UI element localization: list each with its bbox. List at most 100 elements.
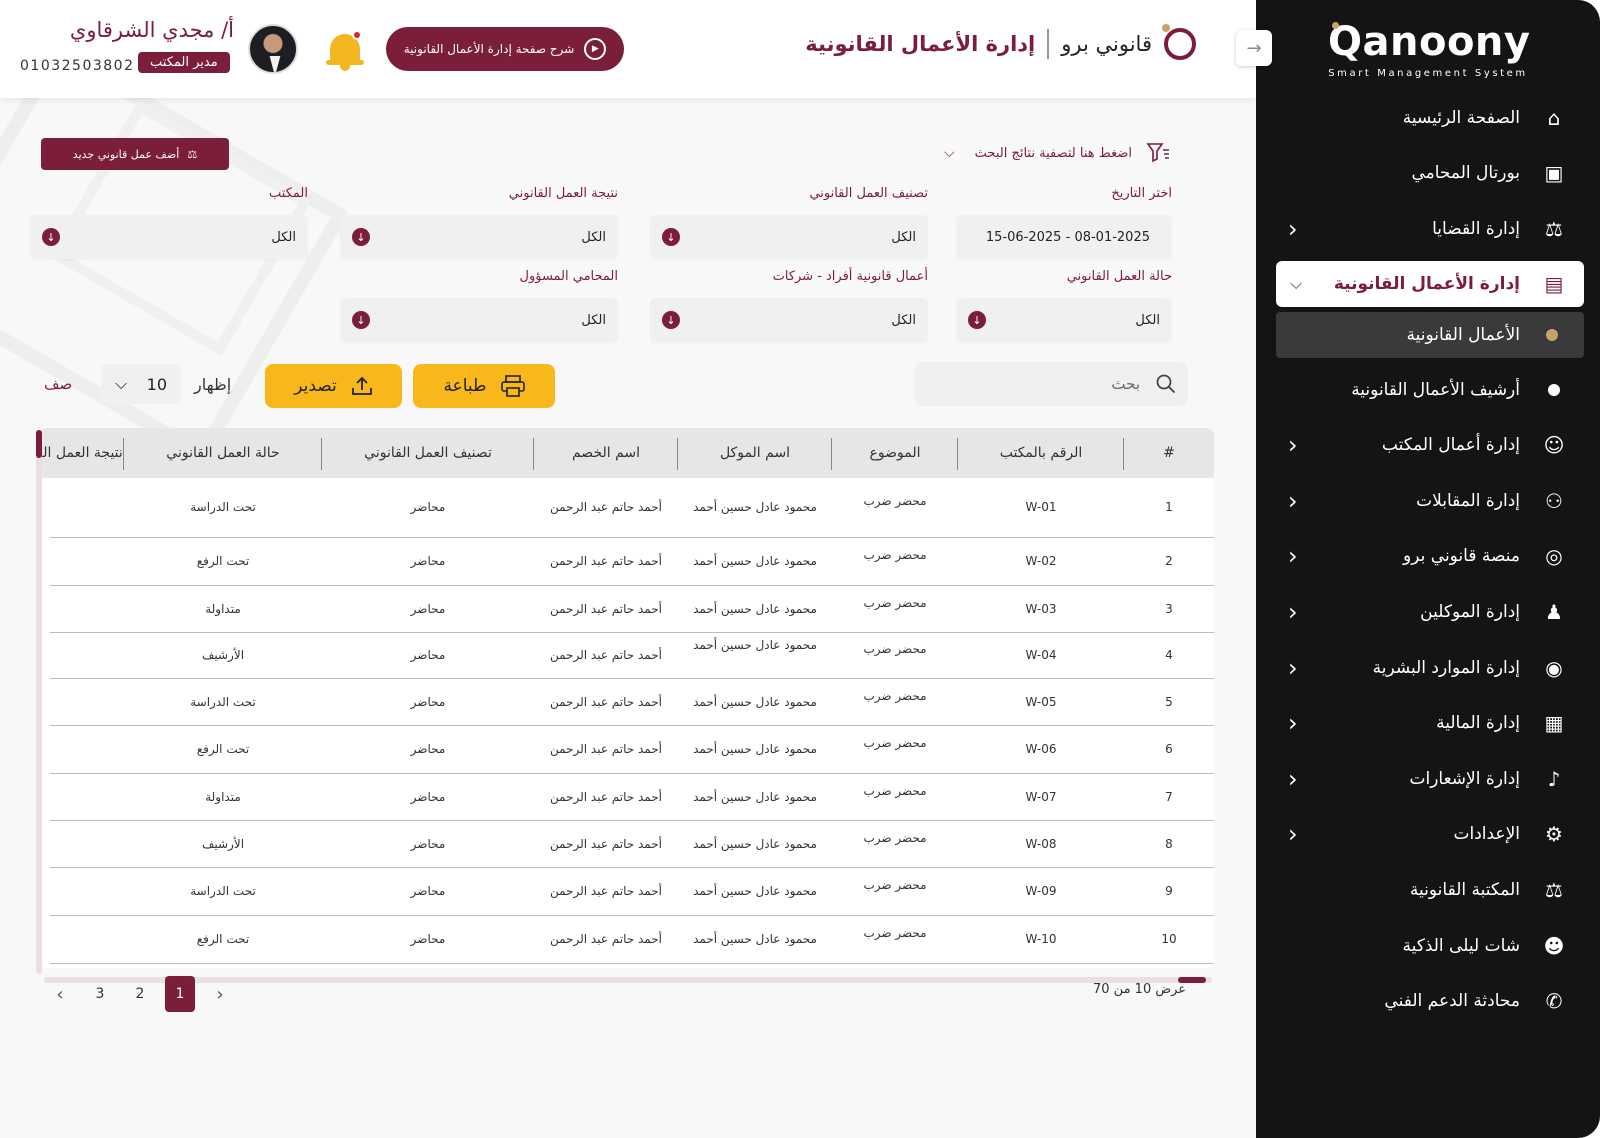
prev-page-chevron-left-icon[interactable]: ‹ <box>40 976 80 1012</box>
sidebar-item-3[interactable]: ⚖ إدارة القضايا ‹ <box>1256 201 1600 257</box>
table-cell: محمود عادل حسين أحمد <box>693 932 817 946</box>
table-cell: 6 <box>1165 742 1173 756</box>
sidebar-item-5[interactable]: الأعمال القانونية <box>1276 311 1584 358</box>
page-3-button[interactable]: 3 <box>80 976 120 1012</box>
export-button[interactable]: تصدير <box>265 364 402 408</box>
column-header[interactable]: الرقم بالمكتب <box>958 428 1124 478</box>
type-value: الكل <box>891 312 916 328</box>
table-cell: W-03 <box>1025 601 1057 616</box>
status-select[interactable]: الكل ↓ <box>956 298 1172 342</box>
explain-page-label: شرح صفحة إدارة الأعمال القانونية <box>403 42 575 56</box>
date-range-field[interactable]: 08-01-2025 - 15-06-2025 <box>956 215 1172 259</box>
sidebar-item-15[interactable]: ⚖ المكتبة القانونية <box>1256 862 1600 918</box>
table-row[interactable]: 2 W-02 محضر ضرب محمود عادل حسين أحمد أحمد حا… <box>50 538 1214 586</box>
filter-toggle[interactable]: اضغط هنا لتصفية نتائج البحث ⌵ <box>944 142 1170 164</box>
table-cell: محاضر <box>410 500 446 514</box>
table-cell: أحمد حاتم عبد الرحمن <box>549 554 662 568</box>
table-cell: الأرشيف <box>201 836 245 851</box>
table-cell: محمود عادل حسين أحمد <box>693 742 817 756</box>
page-1-button[interactable]: 1 <box>165 976 195 1012</box>
column-header[interactable]: حالة العمل القانوني <box>124 428 322 478</box>
table-cell: محمود عادل حسين أحمد <box>693 884 817 898</box>
column-divider <box>677 438 678 470</box>
client-icon: ♟ <box>1545 599 1563 624</box>
type-select[interactable]: الكل ↓ <box>650 298 928 342</box>
search-field[interactable] <box>914 362 1188 406</box>
table-cell: محضر ضرب <box>863 783 927 798</box>
sidebar-item-9[interactable]: ◎ منصة قانوني برو ‹ <box>1256 529 1600 585</box>
ai-chat-icon: ☻ <box>1543 933 1565 958</box>
sidebar-item-11[interactable]: ◉ إدارة الموارد البشرية ‹ <box>1256 640 1600 696</box>
notifications-bell-icon[interactable] <box>326 28 366 71</box>
column-header[interactable]: # <box>1124 428 1214 478</box>
sidebar-item-label: أرشيف الأعمال القانونية <box>1351 379 1520 400</box>
sidebar-item-10[interactable]: ♟ إدارة الموكلين ‹ <box>1256 584 1600 640</box>
dropdown-arrow-icon: ↓ <box>352 228 370 246</box>
table-row[interactable]: 4 W-04 محضر ضرب محمود عادل حسين أحمد أحمد حا… <box>50 633 1214 679</box>
explain-page-button[interactable]: ▶ شرح صفحة إدارة الأعمال القانونية <box>386 27 624 71</box>
sidebar-item-label: إدارة أعمال المكتب <box>1381 435 1520 456</box>
table-row[interactable]: 3 W-03 محضر ضرب محمود عادل حسين أحمد أحمد حا… <box>50 586 1214 633</box>
dropdown-arrow-icon: ↓ <box>42 228 60 246</box>
column-header[interactable]: اسم الموكل <box>678 428 832 478</box>
support-icon: ✆ <box>1545 989 1563 1014</box>
upload-icon <box>351 376 372 395</box>
table-cell: محاضر <box>410 601 446 616</box>
column-divider <box>957 438 958 470</box>
table-row[interactable]: 5 W-05 محضر ضرب محمود عادل حسين أحمد أحمد حا… <box>50 679 1214 726</box>
add-legal-work-button[interactable]: ⚖ أضف عمل قانوني جديد <box>41 138 229 170</box>
table-cell: W-01 <box>1025 500 1057 514</box>
print-button[interactable]: طباعة <box>413 364 555 408</box>
result-select[interactable]: الكل ↓ <box>340 215 618 259</box>
office-select[interactable]: الكل ↓ <box>30 215 308 259</box>
collapse-sidebar-button[interactable]: → <box>1236 30 1272 66</box>
table-cell: أحمد حاتم عبد الرحمن <box>549 601 662 616</box>
page-size-select[interactable]: ⌵ 10 <box>101 364 181 404</box>
sidebar-item-2[interactable]: ▣ بورتال المحامي <box>1256 146 1600 202</box>
table-cell: متداولة <box>205 601 241 616</box>
sidebar-item-7[interactable]: ☺ إدارة أعمال المكتب ‹ <box>1256 417 1600 473</box>
sidebar-item-17[interactable]: ✆ محادثة الدعم الفني <box>1256 973 1600 1029</box>
briefcase-icon: ▣ <box>1544 161 1564 186</box>
sidebar-item-16[interactable]: ☻ شات ليلى الذكية <box>1256 918 1600 974</box>
table-cell: تحت الرفع <box>196 742 250 756</box>
avatar[interactable] <box>248 24 298 74</box>
hr-icon: ◉ <box>1545 655 1563 680</box>
sidebar-item-8[interactable]: ⚇ إدارة المقابلات ‹ <box>1256 473 1600 529</box>
table-cell: 10 <box>1161 932 1177 946</box>
table-cell: محضر ضرب <box>863 926 927 940</box>
sidebar-item-14[interactable]: ⚙ الإعدادات ‹ <box>1256 807 1600 863</box>
vertical-scrollbar[interactable] <box>36 430 42 974</box>
table-row[interactable]: 9 W-09 محضر ضرب محمود عادل حسين أحمد أحمد حا… <box>50 868 1214 916</box>
search-input[interactable] <box>940 375 1140 393</box>
sidebar-item-13[interactable]: ♪ إدارة الإشعارات ‹ <box>1256 751 1600 807</box>
classification-select[interactable]: الكل ↓ <box>650 215 928 259</box>
table-row[interactable]: 1 W-01 محضر ضرب محمود عادل حسين أحمد أحمد حا… <box>50 478 1214 538</box>
table-row[interactable]: 6 W-06 محضر ضرب محمود عادل حسين أحمد أحمد حا… <box>50 726 1214 774</box>
column-header[interactable]: نتيجة العمل القانوني <box>40 428 124 478</box>
table-row[interactable]: 8 W-08 محضر ضرب محمود عادل حسين أحمد أحمد حا… <box>50 821 1214 868</box>
top-header: قانوني برو إدارة الأعمال القانونية ▶ شرح… <box>0 0 1256 98</box>
dropdown-arrow-icon: ↓ <box>968 311 986 329</box>
table-row[interactable]: 10 W-10 محضر ضرب محمود عادل حسين أحمد أحمد ح… <box>50 916 1214 964</box>
table-cell: محضر ضرب <box>863 642 927 656</box>
filter-toggle-label: اضغط هنا لتصفية نتائج البحث <box>974 145 1132 161</box>
page-2-button[interactable]: 2 <box>120 976 160 1012</box>
sidebar-item-1[interactable]: ⌂ الصفحة الرئيسية <box>1256 90 1600 146</box>
table-cell: محضر ضرب <box>863 688 927 703</box>
table-cell: W-06 <box>1025 742 1057 756</box>
sidebar-item-4[interactable]: ▤ إدارة الأعمال القانونية ⌵ <box>1276 260 1584 307</box>
chevron-left-icon: ‹ <box>1288 709 1298 738</box>
column-header[interactable]: اسم الخصم <box>534 428 678 478</box>
lawyer-select[interactable]: الكل ↓ <box>340 298 618 342</box>
column-header[interactable]: تصنيف العمل القانوني <box>322 428 534 478</box>
table-row[interactable]: 7 W-07 محضر ضرب محمود عادل حسين أحمد أحمد حا… <box>50 774 1214 821</box>
table-cell: أحمد حاتم عبد الرحمن <box>549 500 662 514</box>
column-header[interactable]: الموضوع <box>832 428 958 478</box>
next-page-chevron-right-icon[interactable]: › <box>200 976 240 1012</box>
dropdown-arrow-icon: ↓ <box>352 311 370 329</box>
sidebar-item-12[interactable]: ▦ إدارة المالية ‹ <box>1256 695 1600 751</box>
sidebar-item-6[interactable]: أرشيف الأعمال القانونية <box>1256 362 1600 418</box>
table-cell: تحت الرفع <box>196 932 250 946</box>
result-value: الكل <box>581 229 606 245</box>
